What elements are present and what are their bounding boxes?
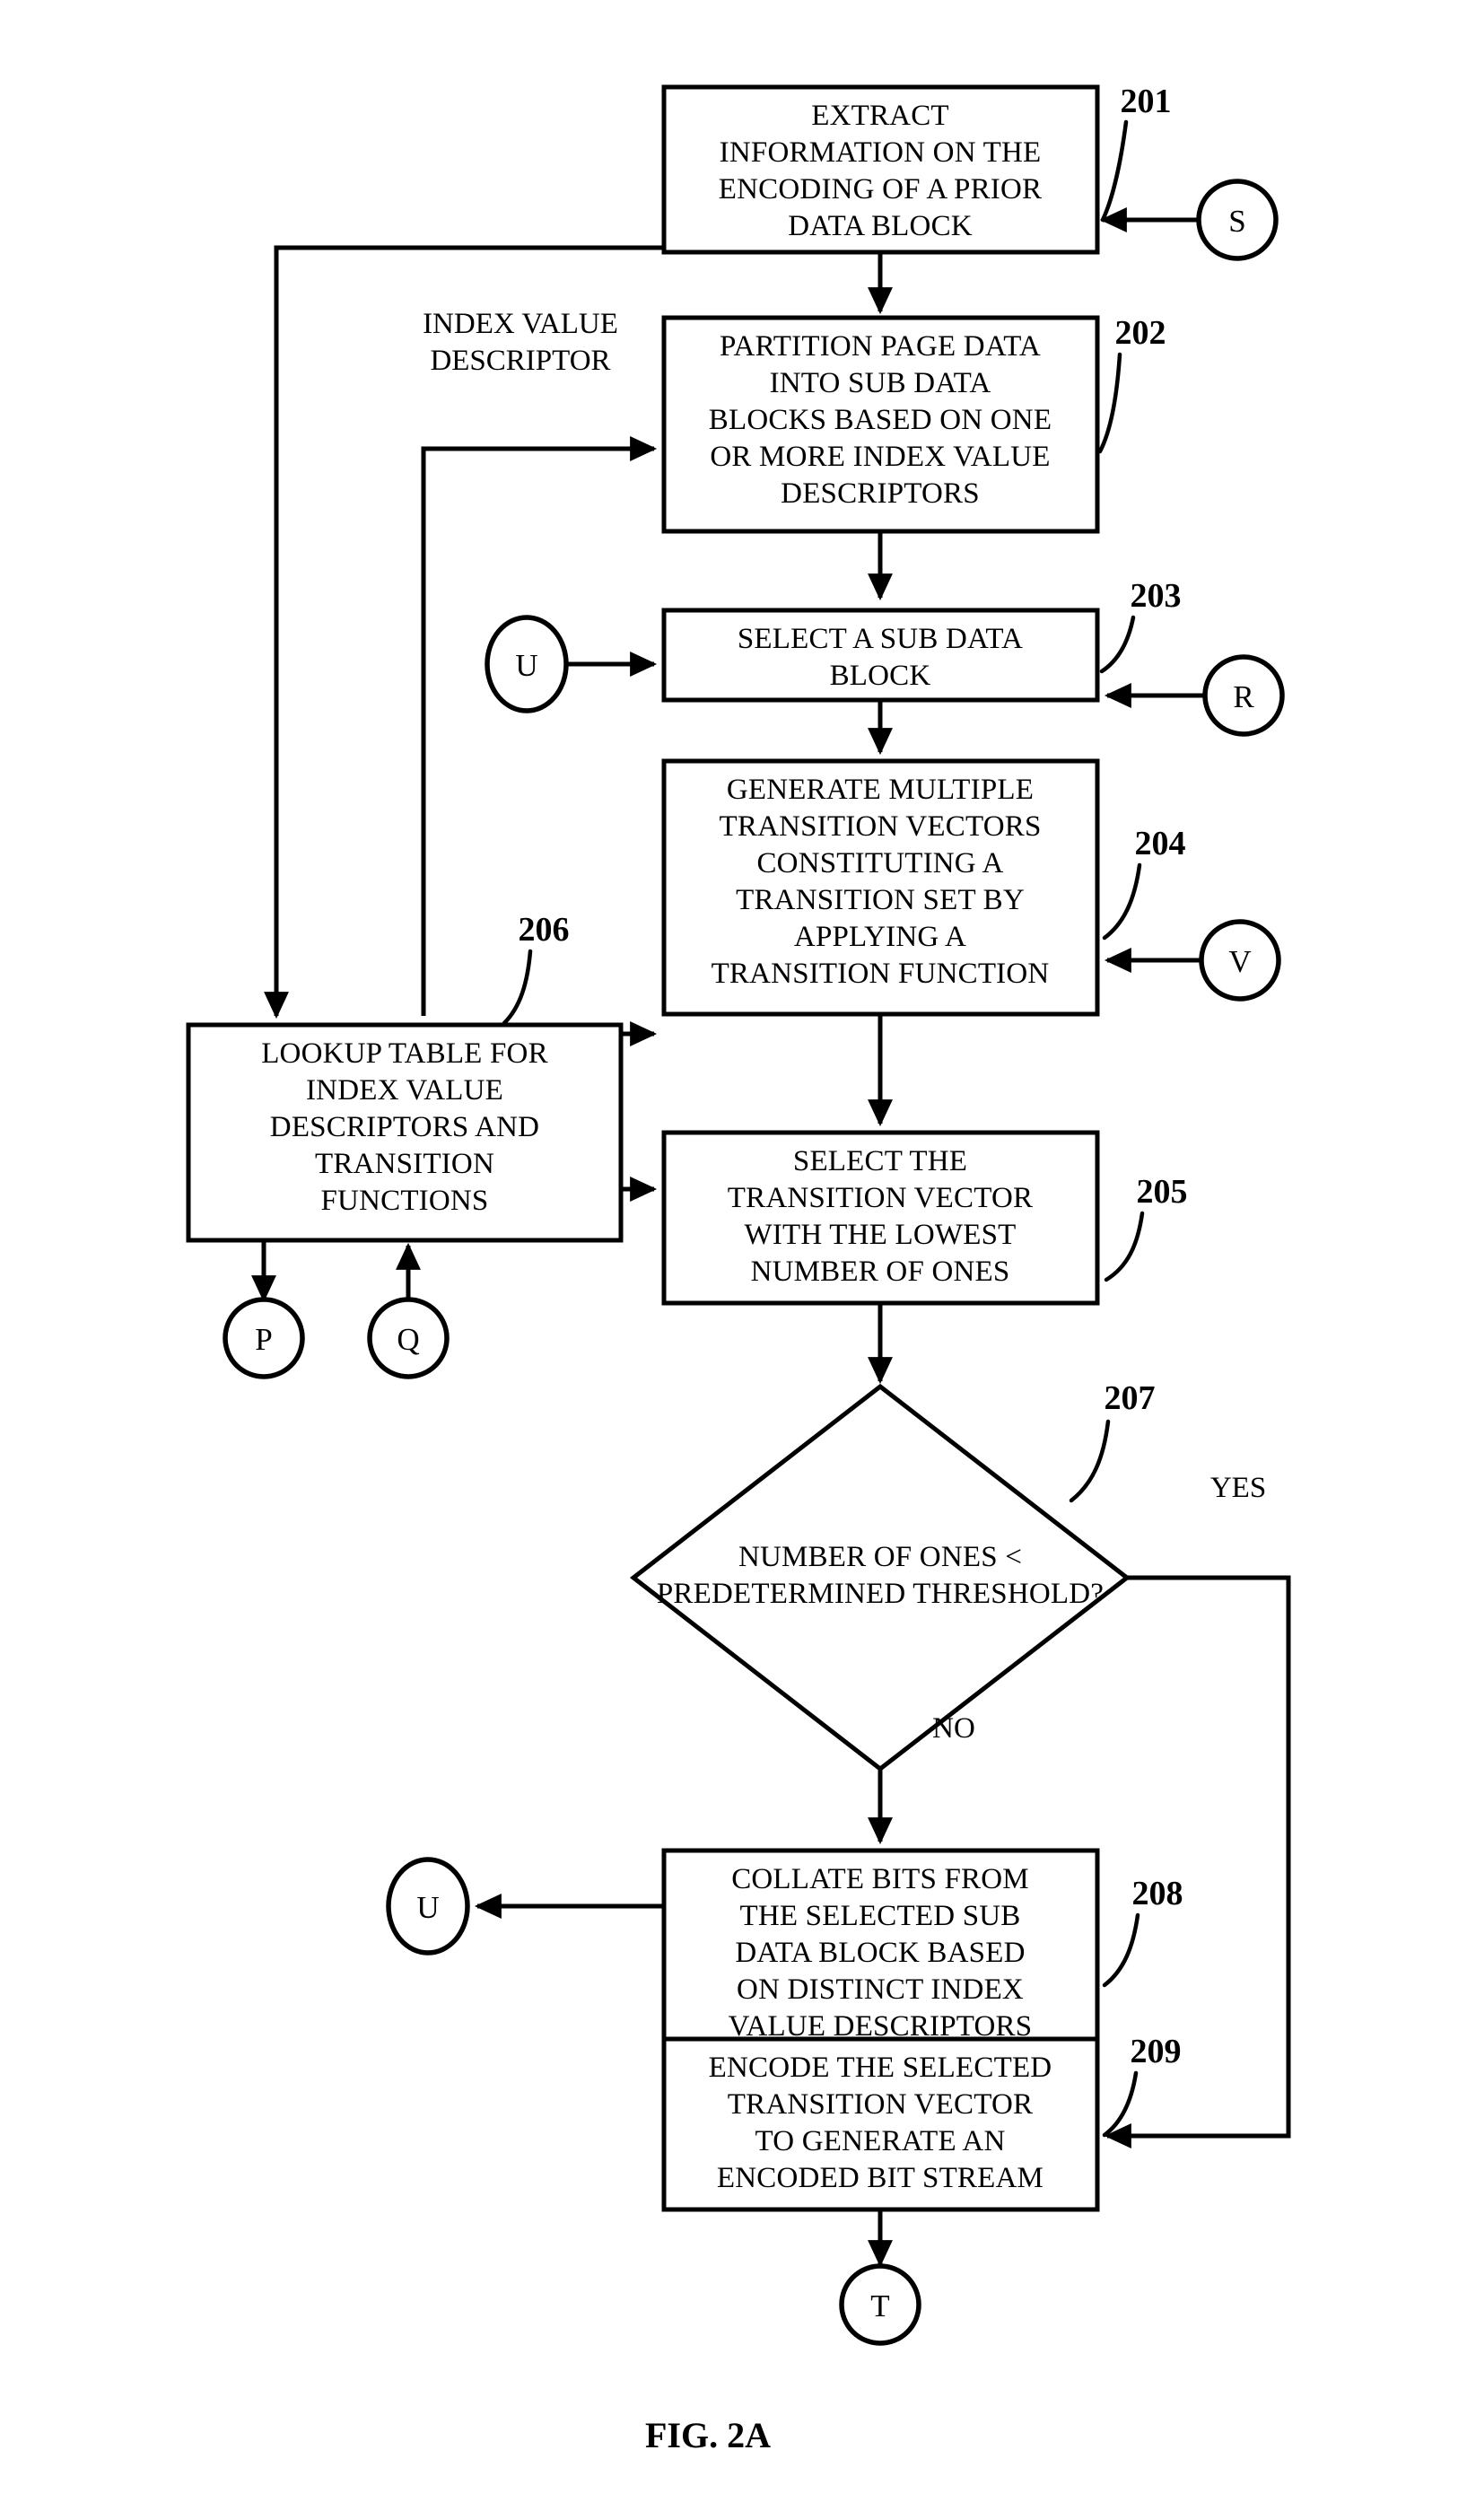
process-box-205-line-3: NUMBER OF ONES [751, 1256, 1010, 1288]
ref-leader-202 [1097, 352, 1122, 454]
flowchart-svg: EXTRACT INFORMATION ON THE ENCODING OF A… [186, 83, 1291, 2455]
process-box-203-line-1: BLOCK [830, 660, 931, 692]
annotation-line-0: INDEX VALUE [423, 308, 618, 340]
branch-label-yes: YES [1210, 1472, 1266, 1504]
process-box-205-line-1: TRANSITION VECTOR [728, 1182, 1033, 1214]
connector-r: R [1202, 654, 1285, 737]
ref-number-202: 202 [1115, 314, 1166, 352]
process-box-209: ENCODE THE SELECTED TRANSITION VECTOR TO… [661, 2036, 1100, 2212]
process-box-203-line-0: SELECT A SUB DATA [738, 623, 1023, 655]
ref-leader-205 [1104, 1211, 1145, 1282]
process-box-201-line-3: DATA BLOCK [788, 210, 973, 242]
connector-v-label: V [1228, 944, 1251, 979]
connector-u-208-label: U [416, 1890, 439, 1925]
process-box-201-line-2: ENCODING OF A PRIOR [719, 173, 1042, 206]
connector-p: P [223, 1297, 305, 1379]
process-box-204: GENERATE MULTIPLE TRANSITION VECTORS CON… [661, 758, 1100, 1017]
connector-u-208: U [386, 1857, 470, 1956]
process-box-201-line-1: INFORMATION ON THE [720, 136, 1042, 169]
ref-leader-201 [1100, 119, 1129, 223]
process-box-203: SELECT A SUB DATA BLOCK [661, 608, 1100, 703]
process-box-206-line-0: LOOKUP TABLE FOR [261, 1037, 548, 1070]
connector-s-label: S [1228, 204, 1245, 239]
process-box-204-line-1: TRANSITION VECTORS [720, 810, 1042, 843]
connector-q-label: Q [397, 1322, 419, 1357]
process-box-204-line-3: TRANSITION SET BY [736, 884, 1025, 916]
connector-u-203-label: U [515, 648, 537, 683]
decision-diamond-207: NUMBER OF ONES < PREDETERMINED THRESHOLD… [629, 1383, 1131, 1772]
connector-t-label: T [870, 2288, 889, 2323]
ref-number-206: 206 [519, 911, 570, 949]
process-box-206-line-3: TRANSITION [315, 1148, 494, 1180]
process-box-205-line-0: SELECT THE [793, 1145, 967, 1177]
process-box-202-line-4: DESCRIPTORS [781, 477, 980, 510]
process-box-204-line-2: CONSTITUTING A [756, 847, 1003, 879]
ref-leader-208 [1102, 1912, 1140, 1988]
patent-figure: EXTRACT INFORMATION ON THE ENCODING OF A… [0, 0, 1467, 2520]
process-box-205-line-2: WITH THE LOWEST [745, 1219, 1017, 1251]
process-box-205: SELECT THE TRANSITION VECTOR WITH THE LO… [661, 1130, 1100, 1306]
connector-s: S [1196, 179, 1279, 261]
process-box-206-line-4: FUNCTIONS [321, 1185, 489, 1217]
figure-caption: FIG. 2A [645, 2415, 771, 2455]
process-box-208-line-2: DATA BLOCK BASED [735, 1937, 1025, 1969]
process-box-202: PARTITION PAGE DATA INTO SUB DATA BLOCKS… [661, 315, 1100, 534]
process-box-209-line-2: TO GENERATE AN [755, 2125, 1005, 2157]
ref-number-203: 203 [1131, 577, 1182, 615]
process-box-201-line-0: EXTRACT [811, 100, 949, 132]
ref-number-208: 208 [1132, 1875, 1183, 1912]
decision-line-1: PREDETERMINED THRESHOLD? [657, 1578, 1104, 1610]
process-box-209-line-1: TRANSITION VECTOR [728, 2088, 1033, 2121]
process-box-204-line-4: APPLYING A [794, 921, 966, 953]
connector-v: V [1199, 919, 1281, 1002]
ref-number-201: 201 [1121, 83, 1172, 120]
annotation-line-1: DESCRIPTOR [430, 345, 610, 377]
process-box-209-line-3: ENCODED BIT STREAM [717, 2162, 1043, 2194]
ref-leader-206 [502, 949, 533, 1026]
branch-label-no: NO [932, 1712, 975, 1745]
ref-leader-209 [1102, 2070, 1139, 2138]
process-box-206-line-1: INDEX VALUE [306, 1074, 503, 1107]
process-box-202-line-0: PARTITION PAGE DATA [720, 330, 1041, 363]
connector-r-label: R [1233, 679, 1254, 714]
process-box-208-line-0: COLLATE BITS FROM [731, 1863, 1029, 1895]
ref-number-204: 204 [1135, 825, 1186, 862]
process-box-202-line-1: INTO SUB DATA [770, 367, 991, 399]
annotation-index-value-descriptor: INDEX VALUE DESCRIPTOR [423, 308, 618, 377]
connector-t: T [839, 2263, 921, 2346]
ref-number-207: 207 [1105, 1379, 1156, 1417]
process-box-202-line-2: BLOCKS BASED ON ONE [709, 404, 1052, 436]
ref-number-209: 209 [1131, 2033, 1182, 2070]
process-box-206-line-2: DESCRIPTORS AND [270, 1111, 539, 1143]
connector-p-label: P [255, 1322, 272, 1357]
connector-q: Q [367, 1297, 450, 1379]
process-box-201: EXTRACT INFORMATION ON THE ENCODING OF A… [661, 84, 1100, 255]
ref-number-205: 205 [1137, 1173, 1188, 1211]
process-box-204-line-0: GENERATE MULTIPLE [727, 774, 1034, 806]
process-box-208-line-3: ON DISTINCT INDEX [737, 1973, 1024, 2006]
process-box-208: COLLATE BITS FROM THE SELECTED SUB DATA … [661, 1848, 1100, 2069]
process-box-206: LOOKUP TABLE FOR INDEX VALUE DESCRIPTORS… [186, 1022, 624, 1243]
decision-line-0: NUMBER OF ONES < [738, 1541, 1022, 1573]
process-box-209-line-0: ENCODE THE SELECTED [709, 2052, 1052, 2084]
ref-leader-203 [1099, 615, 1136, 674]
connector-u-203: U [485, 615, 569, 713]
ref-leader-204 [1102, 862, 1142, 941]
ref-leader-207 [1069, 1419, 1111, 1503]
process-box-202-line-3: OR MORE INDEX VALUE [710, 441, 1050, 473]
process-box-208-line-1: THE SELECTED SUB [739, 1900, 1020, 1932]
process-box-204-line-5: TRANSITION FUNCTION [712, 958, 1050, 990]
